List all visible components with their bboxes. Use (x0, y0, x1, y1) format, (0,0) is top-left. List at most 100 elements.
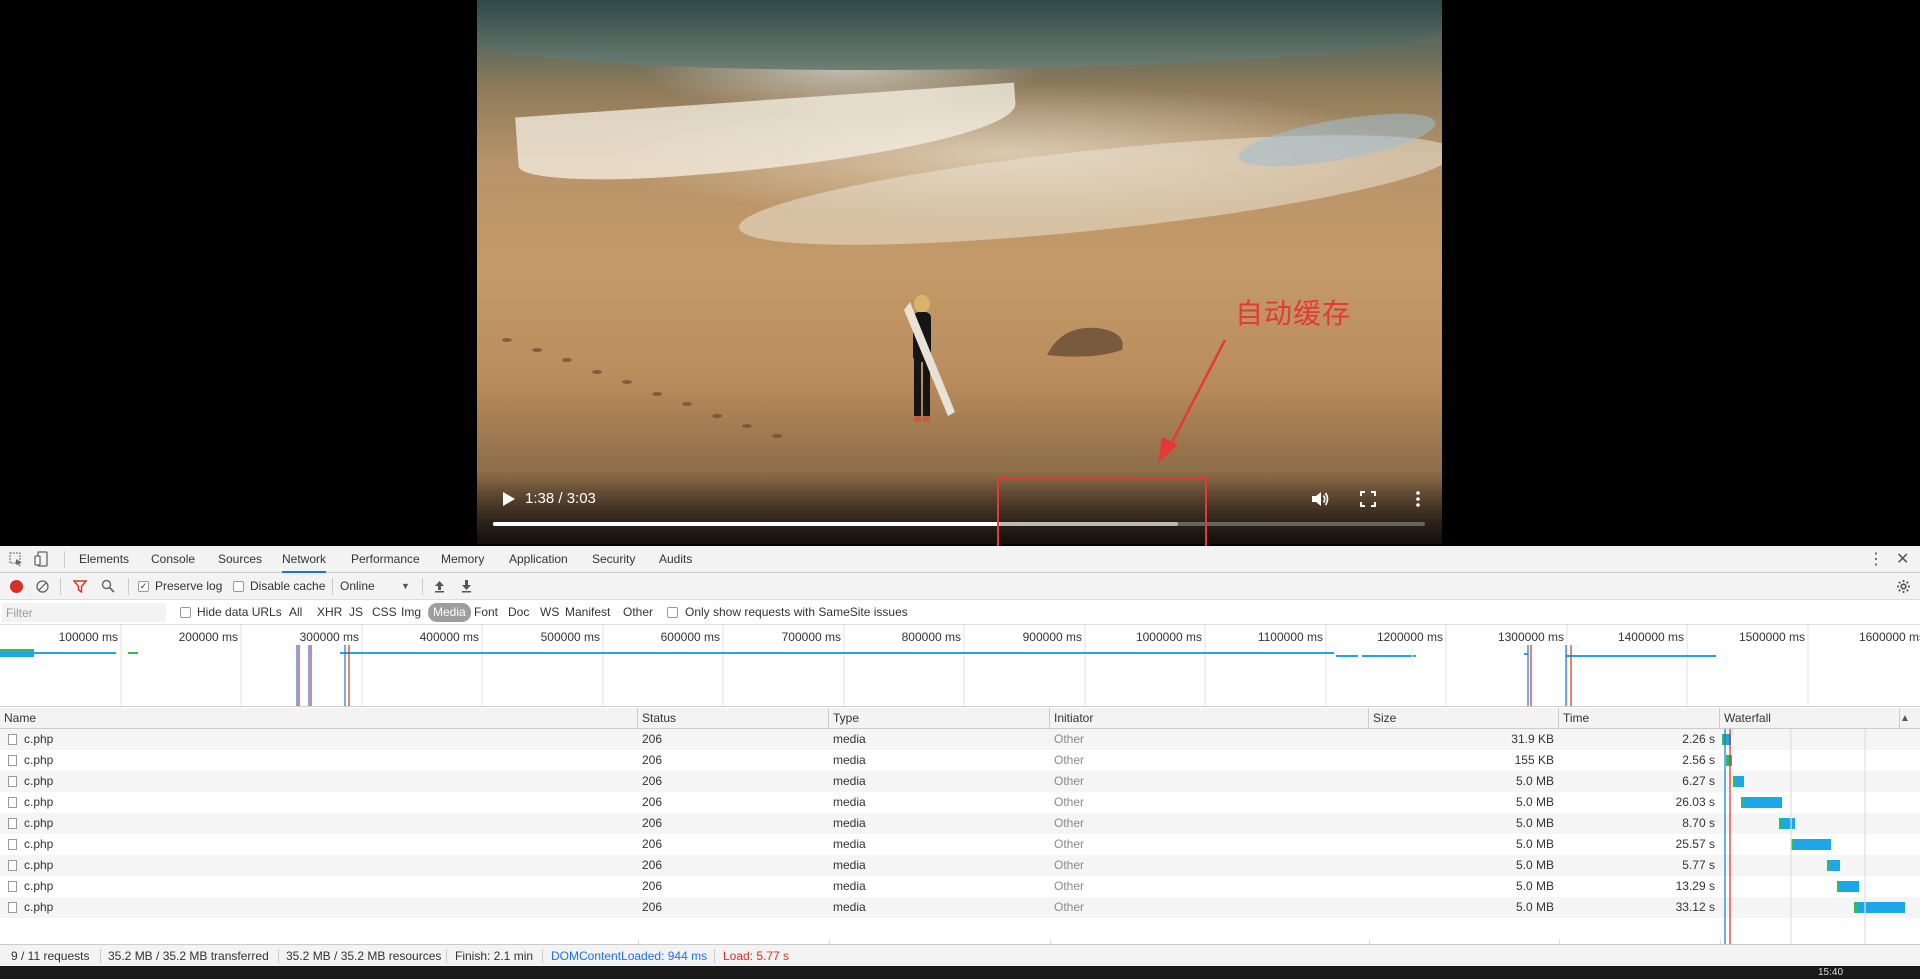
overview-bar (128, 652, 138, 654)
column-header-name[interactable]: Name (0, 708, 638, 729)
request-name[interactable]: c.php (24, 855, 53, 876)
filter-type-font[interactable]: Font (471, 603, 501, 622)
request-name[interactable]: c.php (24, 750, 53, 771)
network-overview-timeline[interactable]: 100000 ms 200000 ms 300000 ms 400000 ms 5000… (0, 625, 1920, 707)
table-row[interactable]: c.php 206 media Other 5.0 MB 33.12 s (0, 897, 1920, 918)
filter-type-media[interactable]: Media (428, 603, 471, 622)
column-header-size[interactable]: Size (1369, 708, 1559, 729)
request-name[interactable]: c.php (24, 876, 53, 897)
filter-type-other[interactable]: Other (620, 603, 656, 622)
tab-elements[interactable]: Elements (79, 546, 129, 573)
divider (60, 578, 61, 595)
hide-data-urls-checkbox[interactable] (180, 607, 191, 618)
divider (446, 949, 447, 963)
overview-bar (1566, 655, 1716, 657)
overview-tick-label: 200000 ms (179, 630, 238, 644)
preserve-log-checkbox[interactable]: ✓ (138, 581, 149, 592)
footprints (502, 338, 782, 438)
request-size: 155 KB (1514, 753, 1554, 767)
devtools-menu-button[interactable]: ⋮ (1868, 546, 1884, 573)
rock (1047, 327, 1123, 357)
volume-button[interactable] (1309, 488, 1331, 510)
tab-application[interactable]: Application (509, 546, 568, 573)
request-name[interactable]: c.php (24, 792, 53, 813)
hide-data-urls-label[interactable]: Hide data URLs (197, 600, 282, 625)
request-type: media (833, 879, 866, 893)
video-frame[interactable] (477, 0, 1442, 544)
column-header-status[interactable]: Status (638, 708, 829, 729)
divider (422, 578, 423, 595)
request-time: 2.56 s (1682, 753, 1715, 767)
chevron-down-icon[interactable]: ▼ (401, 573, 410, 600)
settings-gear-icon[interactable] (1896, 579, 1911, 594)
table-row[interactable]: c.php 206 media Other 5.0 MB 26.03 s (0, 792, 1920, 813)
request-name[interactable]: c.php (24, 834, 53, 855)
filter-input[interactable] (2, 603, 166, 622)
document-icon (8, 734, 17, 745)
filter-type-xhr[interactable]: XHR (314, 603, 345, 622)
disable-cache-label[interactable]: Disable cache (250, 573, 325, 600)
table-row[interactable]: c.php 206 media Other 31.9 KB 2.26 s (0, 729, 1920, 750)
inspect-element-icon[interactable] (8, 551, 24, 567)
samesite-label[interactable]: Only show requests with SameSite issues (685, 600, 908, 625)
samesite-checkbox[interactable] (667, 607, 678, 618)
divider (128, 578, 129, 595)
waterfall-wait-bar (1854, 902, 1857, 913)
export-har-icon[interactable] (460, 579, 473, 593)
annotation-label: 自动缓存 (1235, 297, 1352, 330)
filter-type-css[interactable]: CSS (369, 603, 400, 622)
request-name[interactable]: c.php (24, 729, 53, 750)
network-filter-bar: Hide data URLs All XHRJSCSSImgMediaFontDo… (0, 600, 1920, 625)
more-options-button[interactable] (1407, 488, 1429, 510)
table-row[interactable]: c.php 206 media Other 5.0 MB 8.70 s (0, 813, 1920, 834)
overview-bar (0, 649, 34, 651)
filter-type-js[interactable]: JS (346, 603, 366, 622)
tab-performance[interactable]: Performance (351, 546, 420, 573)
filter-type-doc[interactable]: Doc (505, 603, 532, 622)
request-name[interactable]: c.php (24, 897, 53, 918)
overview-tick-label: 500000 ms (541, 630, 600, 644)
record-button[interactable] (10, 580, 23, 593)
document-icon (8, 755, 17, 766)
tab-memory[interactable]: Memory (441, 546, 484, 573)
filter-icon[interactable] (73, 580, 87, 593)
column-header-time[interactable]: Time (1559, 708, 1720, 729)
request-name[interactable]: c.php (24, 813, 53, 834)
filter-type-img[interactable]: Img (398, 603, 424, 622)
search-icon[interactable] (101, 579, 115, 593)
fullscreen-button[interactable] (1357, 488, 1379, 510)
table-row[interactable]: c.php 206 media Other 5.0 MB 5.77 s (0, 855, 1920, 876)
filter-type-ws[interactable]: WS (537, 603, 562, 622)
devtools-close-button[interactable]: ✕ (1896, 546, 1909, 573)
progress-bar[interactable] (493, 522, 1425, 526)
clear-icon[interactable] (36, 580, 49, 593)
device-toolbar-icon[interactable] (34, 551, 50, 567)
table-row[interactable]: c.php 206 media Other 5.0 MB 6.27 s (0, 771, 1920, 792)
table-row[interactable]: c.php 206 media Other 5.0 MB 25.57 s (0, 834, 1920, 855)
kebab-icon (1416, 491, 1420, 507)
transferred-size: 35.2 MB / 35.2 MB transferred (108, 949, 269, 963)
request-initiator: Other (1054, 816, 1085, 830)
filter-type-all[interactable]: All (286, 603, 305, 622)
tab-network[interactable]: Network (282, 546, 327, 573)
overview-tick-label: 400000 ms (420, 630, 479, 644)
tab-audits[interactable]: Audits (659, 546, 692, 573)
filter-type-manifest[interactable]: Manifest (562, 603, 613, 622)
disable-cache-checkbox[interactable] (233, 581, 244, 592)
request-size: 5.0 MB (1515, 816, 1554, 830)
import-har-icon[interactable] (433, 579, 446, 593)
tab-sources[interactable]: Sources (218, 546, 262, 573)
video-player[interactable]: 自动缓存 1:38 / 3:03 (0, 0, 1920, 553)
column-header-initiator[interactable]: Initiator (1050, 708, 1369, 729)
time-display: 1:38 / 3:03 (525, 490, 596, 507)
request-type: media (833, 900, 866, 914)
request-name[interactable]: c.php (24, 771, 53, 792)
table-row[interactable]: c.php 206 media Other 5.0 MB 13.29 s (0, 876, 1920, 897)
column-header-type[interactable]: Type (829, 708, 1050, 729)
tab-security[interactable]: Security (592, 546, 635, 573)
tab-console[interactable]: Console (151, 546, 195, 573)
waterfall-bar (1736, 776, 1744, 787)
table-row[interactable]: c.php 206 media Other 155 KB 2.56 s (0, 750, 1920, 771)
play-button[interactable] (497, 488, 519, 510)
preserve-log-label[interactable]: Preserve log (155, 573, 222, 600)
